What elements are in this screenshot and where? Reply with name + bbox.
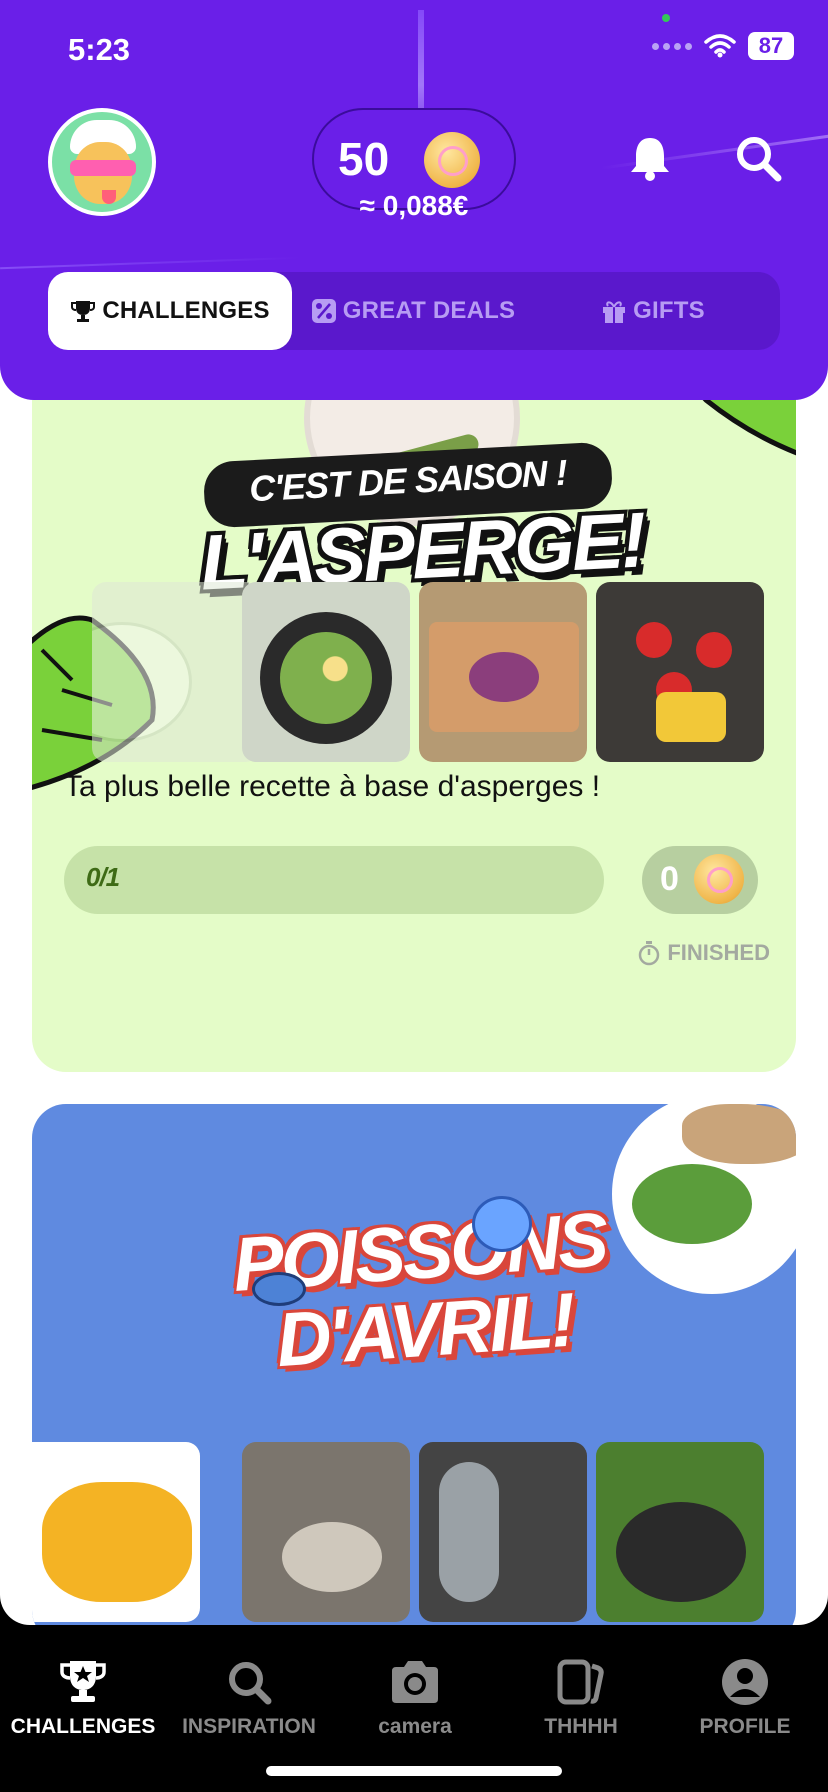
challenge-card-poissons[interactable]: POISSONS D'AVRIL!	[32, 1104, 796, 1625]
recipe-thumbnail[interactable]	[419, 1442, 587, 1622]
nav-label: camera	[378, 1715, 452, 1738]
tab-label: GIFTS	[633, 297, 705, 324]
battery-indicator: 87	[748, 32, 794, 60]
recipe-thumbnail[interactable]	[596, 582, 764, 762]
nav-profile[interactable]: PROFILE	[662, 1655, 828, 1739]
percent-icon	[311, 299, 336, 323]
camera-icon	[392, 1661, 438, 1703]
pufferfish-icon	[472, 1196, 532, 1252]
stopwatch-icon	[639, 941, 660, 966]
trophy-icon	[71, 301, 96, 322]
recipe-thumbnail[interactable]	[242, 582, 410, 762]
screen: C'EST DE SAISON ! L'ASPERGE! Ta plus bel…	[0, 0, 828, 1625]
tab-label: GREAT DEALS	[342, 297, 516, 324]
fish-icon	[252, 1272, 306, 1306]
reward-count: 0	[660, 860, 679, 898]
cards-icon	[557, 1659, 604, 1705]
coin-count: 50	[338, 133, 390, 185]
recipe-thumbnail[interactable]	[242, 1442, 410, 1622]
app-header: 5:23 87 50 ≈ 0,088€ CHALLENGES GREAT DEA…	[0, 0, 828, 400]
nav-challenges[interactable]: CHALLENGES	[0, 1655, 166, 1739]
cellular-icon	[652, 42, 692, 50]
reward-pill: 0	[642, 846, 758, 914]
challenge-status-label: FINISHED	[667, 940, 770, 965]
progress-text: 0/1	[86, 862, 120, 892]
privacy-indicator	[662, 14, 670, 22]
header-tabs: CHALLENGES GREAT DEALS GIFTS	[48, 272, 780, 350]
challenge-card-asperge[interactable]: C'EST DE SAISON ! L'ASPERGE! Ta plus bel…	[32, 330, 796, 1072]
tab-great-deals[interactable]: GREAT DEALS	[298, 272, 528, 350]
coin-icon	[694, 854, 744, 904]
recipe-thumbnails	[32, 1442, 796, 1622]
challenge-title: Ta plus belle recette à base d'asperges …	[64, 770, 601, 803]
challenge-progress-bar: 0/1	[64, 846, 604, 914]
nav-label: CHALLENGES	[10, 1715, 156, 1738]
wifi-icon	[704, 34, 736, 58]
trophy-star-icon	[60, 1661, 106, 1702]
nav-thhhh[interactable]: THHHH	[498, 1655, 664, 1739]
home-indicator	[266, 1766, 562, 1776]
search-icon[interactable]	[734, 134, 782, 187]
recipe-thumbnails	[32, 582, 796, 762]
coin-icon	[424, 132, 480, 188]
recipe-thumbnail[interactable]	[419, 582, 587, 762]
search-icon	[229, 1662, 272, 1705]
status-time: 5:23	[68, 32, 131, 67]
recipe-thumbnail[interactable]	[32, 1442, 200, 1622]
recipe-thumbnail[interactable]	[92, 582, 260, 762]
nav-label: PROFILE	[699, 1715, 791, 1738]
tab-gifts[interactable]: GIFTS	[568, 272, 738, 350]
nav-label: THHHH	[544, 1715, 618, 1738]
nav-inspiration[interactable]: INSPIRATION	[166, 1655, 332, 1739]
challenge-status: FINISHED	[637, 940, 770, 966]
gift-icon	[603, 301, 626, 323]
tab-challenges[interactable]: CHALLENGES	[48, 272, 292, 350]
profile-icon	[722, 1659, 768, 1705]
nav-camera[interactable]: camera	[332, 1655, 498, 1739]
bell-icon[interactable]	[628, 134, 672, 187]
tab-label: CHALLENGES	[102, 297, 270, 324]
nav-label: INSPIRATION	[182, 1715, 316, 1738]
recipe-thumbnail[interactable]	[596, 1442, 764, 1622]
status-icons: 87	[652, 32, 794, 60]
coin-euro-value: ≈ 0,088€	[359, 190, 469, 221]
